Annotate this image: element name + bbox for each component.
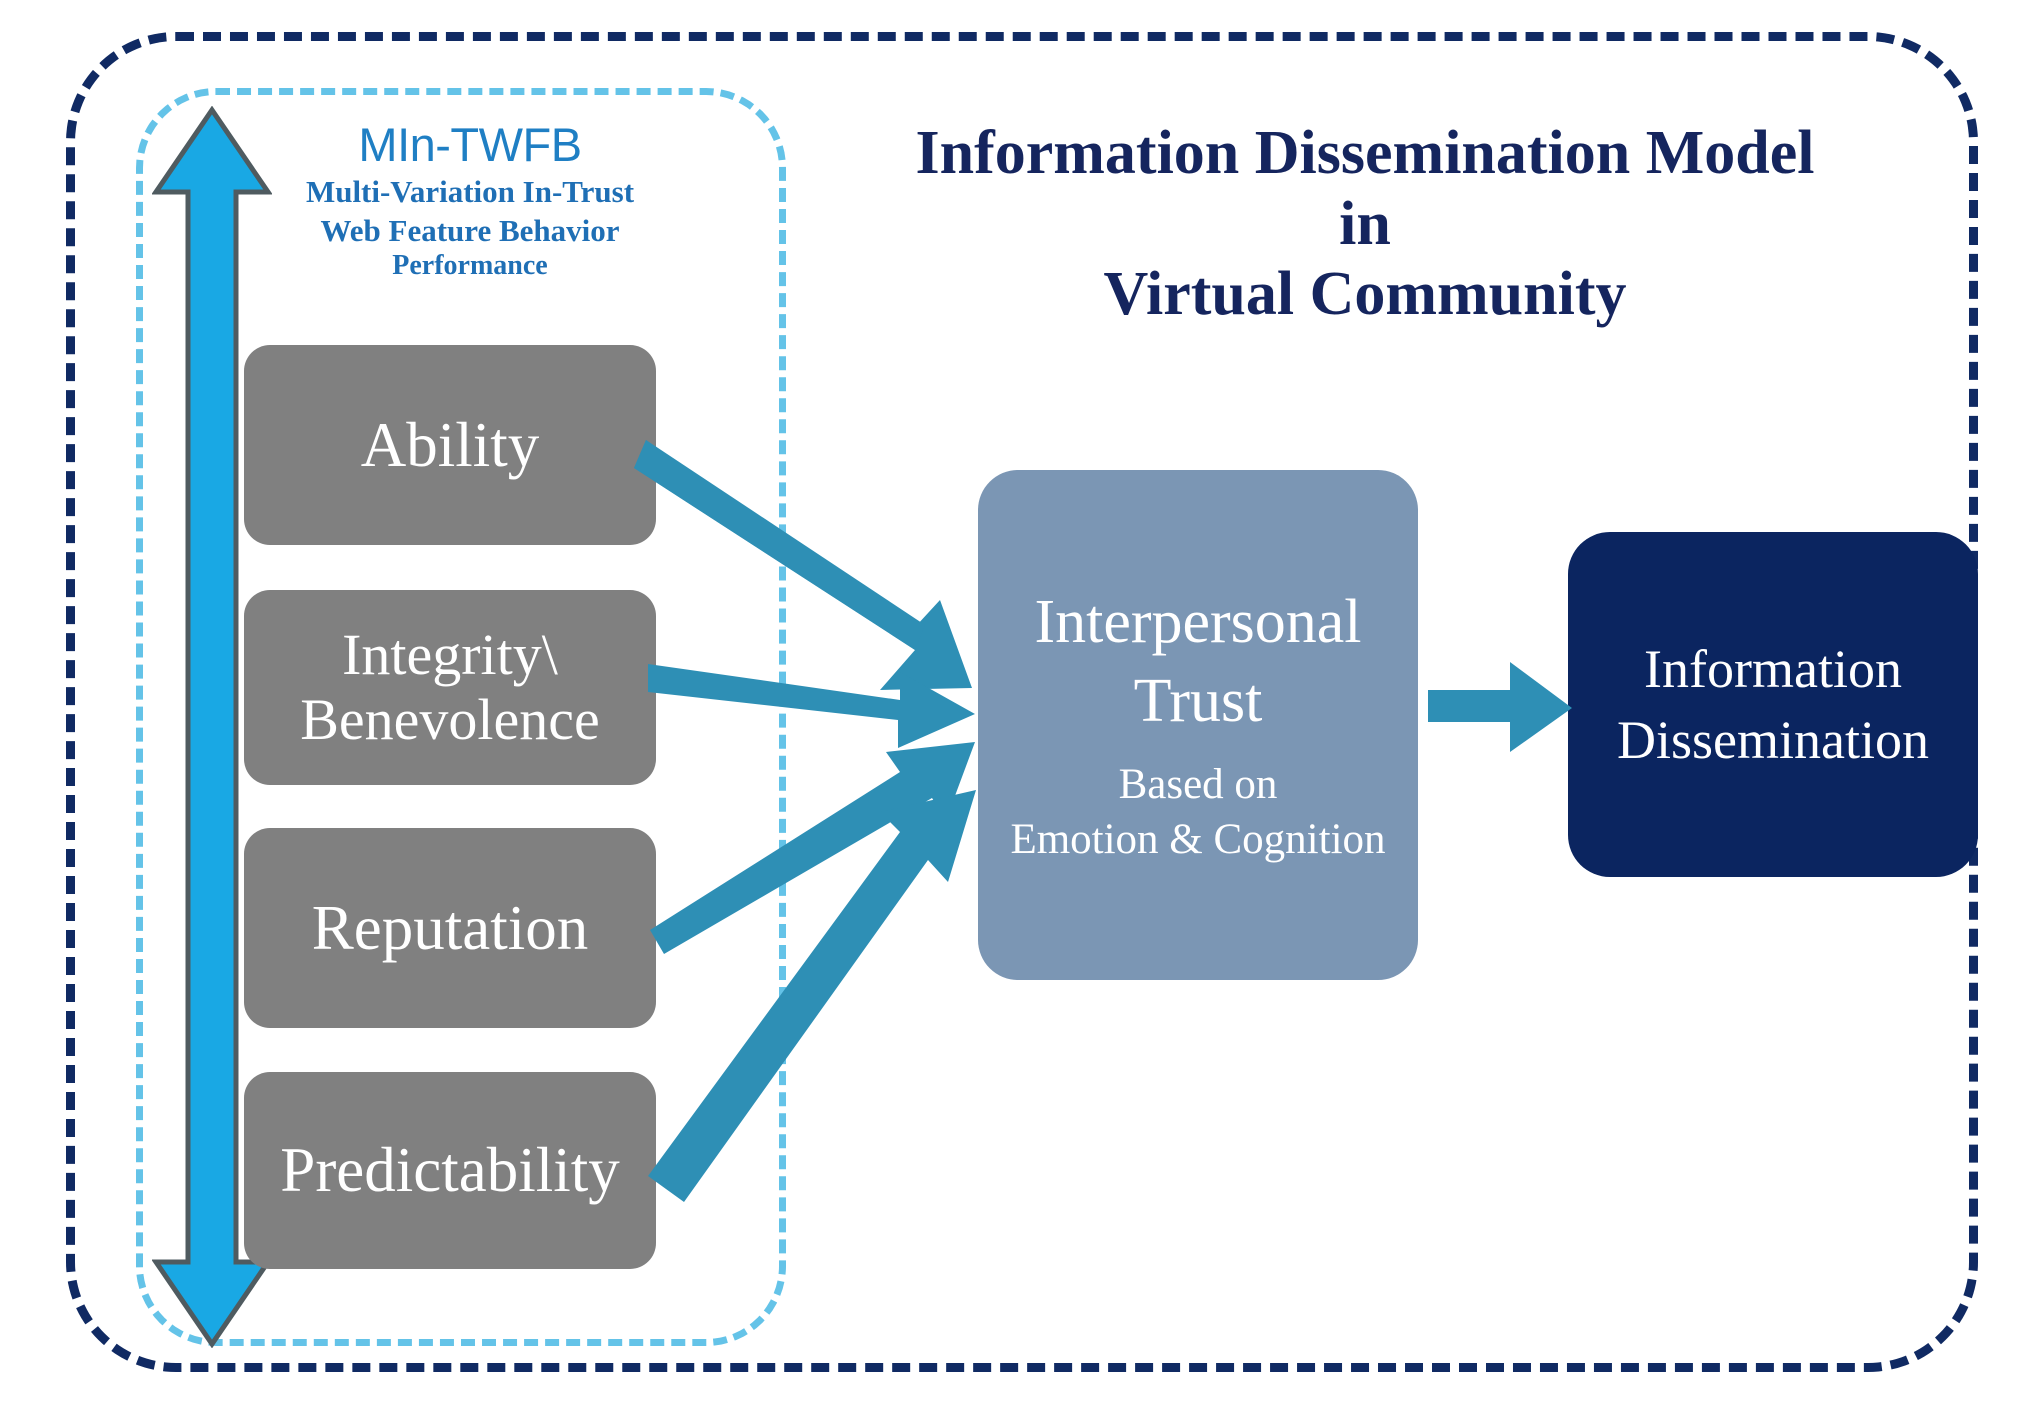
information-dissemination-box: Information Dissemination (1568, 532, 1978, 877)
min-twfb-acronym: MIn-TWFB (358, 118, 582, 171)
min-twfb-expansion-line2: Web Feature Behavior (320, 213, 620, 249)
diagram-title: Information Dissemination Model in Virtu… (800, 118, 1930, 330)
factor-box-reputation: Reputation (244, 828, 656, 1028)
factor-box-integrity-benevolence: Integrity\ Benevolence (244, 590, 656, 785)
factor-label-benevolence: Benevolence (300, 686, 600, 752)
factor-label-integrity: Integrity\ (342, 621, 558, 687)
trust-title-line1: Interpersonal (1034, 587, 1362, 656)
min-twfb-expansion-line3: Performance (392, 250, 548, 282)
factor-label-reputation: Reputation (311, 892, 589, 963)
trust-subtitle-line2: Emotion & Cognition (1010, 816, 1386, 864)
diagram-title-line2: in (1339, 189, 1391, 258)
diagram-title-line3: Virtual Community (1103, 260, 1627, 329)
trust-title: Interpersonal Trust (1034, 583, 1361, 742)
diagram-title-line1: Information Dissemination Model (915, 119, 1815, 187)
outcome-label-line2: Dissemination (1617, 709, 1929, 770)
outcome-label-line1: Information (1644, 639, 1902, 700)
trust-subtitle-line1: Based on (1118, 761, 1278, 809)
trust-subtitle: Based on Emotion & Cognition (1010, 757, 1385, 867)
factor-box-ability: Ability (244, 345, 656, 545)
factor-label-integrity-benevolence: Integrity\ Benevolence (300, 621, 600, 753)
interpersonal-trust-box: Interpersonal Trust Based on Emotion & C… (978, 470, 1418, 980)
factor-box-predictability: Predictability (244, 1072, 656, 1269)
trust-title-line2: Trust (1133, 666, 1263, 735)
min-twfb-caption: MIn-TWFB Multi-Variation In-Trust Web Fe… (260, 118, 680, 283)
diagram-canvas: MIn-TWFB Multi-Variation In-Trust Web Fe… (0, 0, 2028, 1411)
factor-label-predictability: Predictability (280, 1135, 620, 1206)
min-twfb-expansion-line1: Multi-Variation In-Trust (305, 173, 635, 209)
factor-label-ability: Ability (360, 409, 540, 480)
